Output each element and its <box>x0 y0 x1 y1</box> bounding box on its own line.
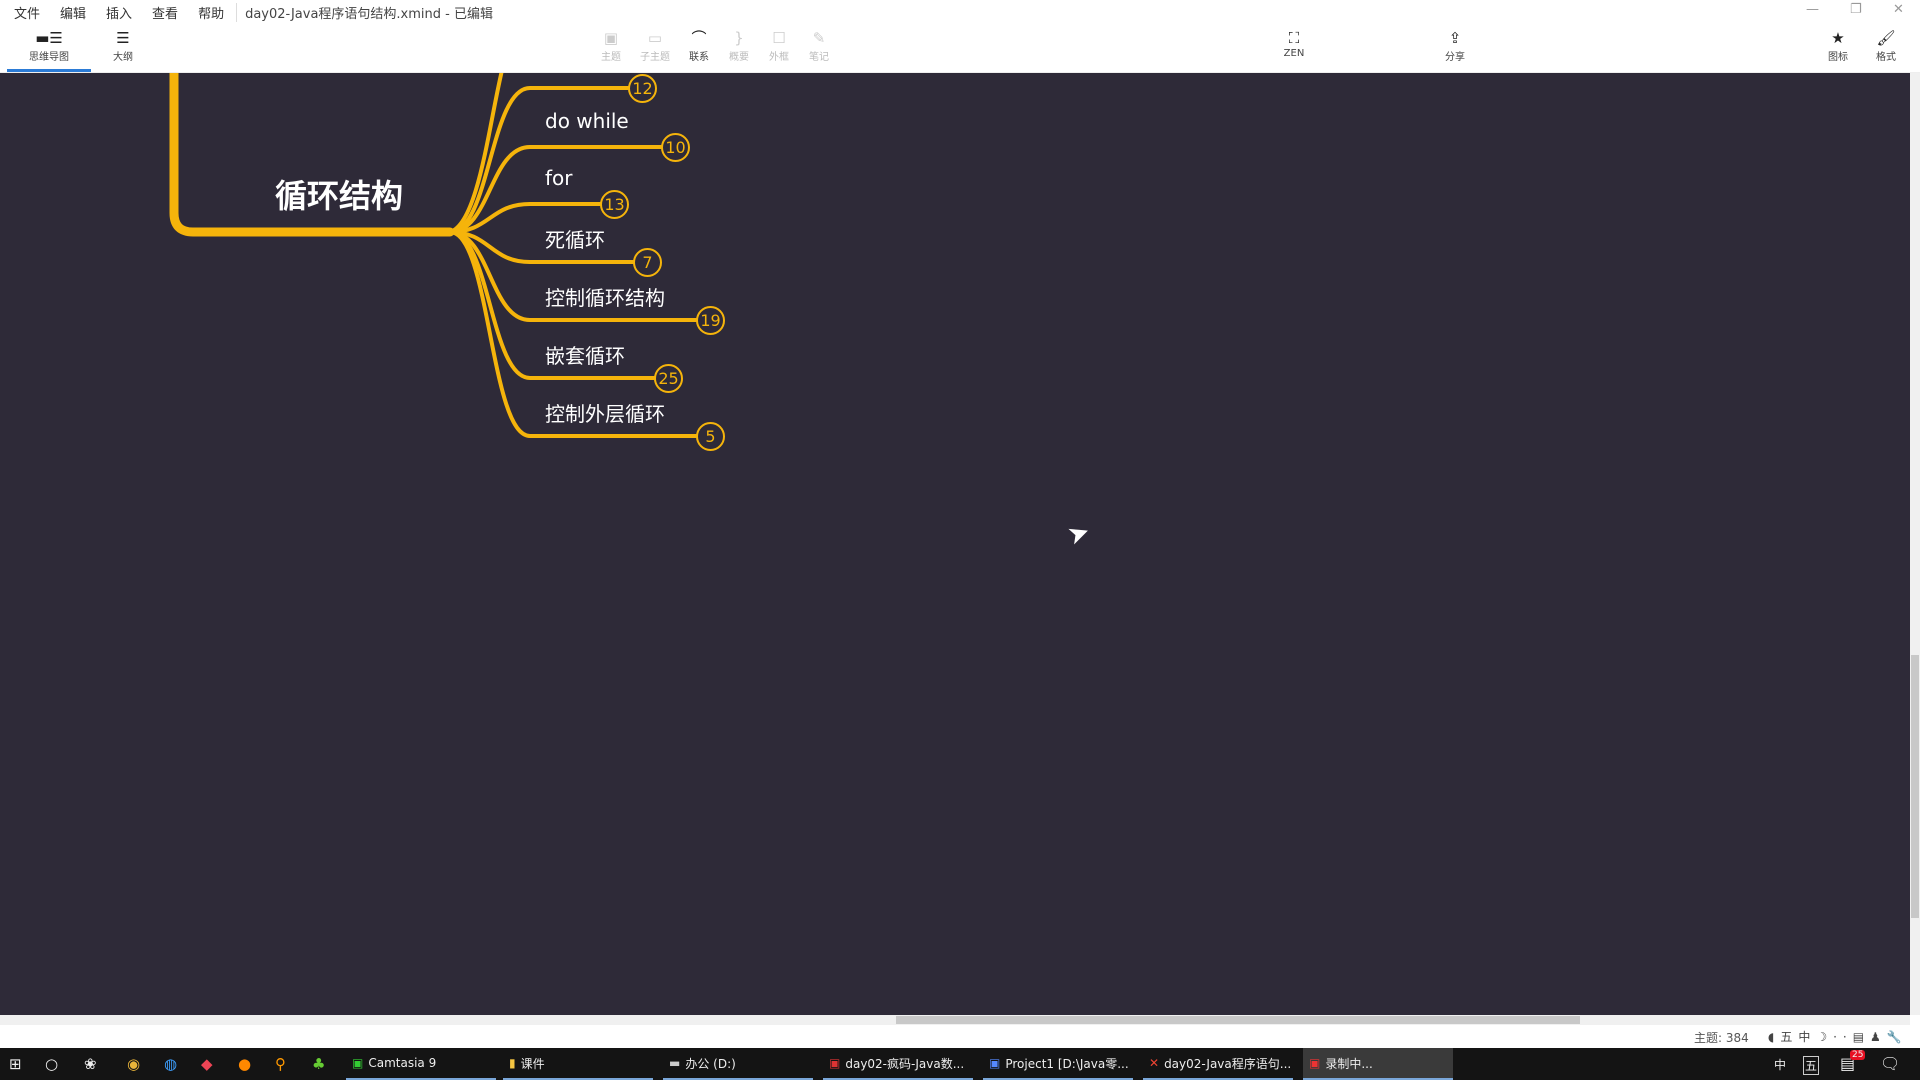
app-icon[interactable]: ◆ <box>201 1055 213 1073</box>
share-icon: ⇪ <box>1448 29 1462 47</box>
collapsed-count-badge[interactable]: 5 <box>696 422 725 451</box>
note-icon: ✎ <box>812 29 826 47</box>
taskbar-app[interactable]: ▣ 录制中... <box>1303 1048 1453 1080</box>
taskbar-app-label: 录制中... <box>1325 1056 1373 1071</box>
mindmap-canvas[interactable]: 循环结构 12 do while 10 for 13 死循环 7 控制循环结构 19 嵌套循环 25… <box>0 73 1910 1015</box>
taskbar-app-label: 办公 (D:) <box>685 1056 736 1071</box>
subtopic-node[interactable]: 控制循环结构 <box>545 282 665 311</box>
recorder-icon: ▣ <box>1309 1056 1321 1070</box>
topic-label: 主题 <box>601 52 621 63</box>
mindmap-icon: ▬☰ <box>35 29 63 47</box>
green-app-icon[interactable]: ♣ <box>312 1055 325 1073</box>
zen-label: ZEN <box>1283 48 1305 59</box>
taskbar-app-label: 课件 <box>520 1056 545 1071</box>
subtopic-node[interactable]: for <box>545 166 573 190</box>
menu-help[interactable]: 帮助 <box>198 3 224 22</box>
search-tool-icon[interactable]: ⚲ <box>275 1055 286 1073</box>
topic-count: 主题: 384 <box>1694 1031 1749 1045</box>
icon-panel-label: 图标 <box>1828 52 1848 63</box>
taskbar: ⊞ ○ ❀ ◉ ◍ ◆ ● ⚲ ♣ ▣ Camtasia 9 ▮ 课件 ▬ 办公 (D:)… <box>0 1048 1920 1080</box>
brush-icon: 🖌 <box>1876 29 1896 47</box>
vertical-scroll-thumb[interactable] <box>1911 655 1919 918</box>
boundary-label: 外框 <box>769 52 789 63</box>
tab-outline-label: 大纲 <box>113 52 133 63</box>
menu-view[interactable]: 查看 <box>152 3 178 22</box>
outline-icon: ☰ <box>116 29 130 47</box>
taskbar-app-label: Project1 [D:\Java零... <box>1005 1056 1129 1071</box>
horizontal-scroll-thumb[interactable] <box>896 1016 1580 1024</box>
windows-start-icon[interactable]: ⊞ <box>9 1055 22 1073</box>
relationship-label: 联系 <box>689 52 709 63</box>
status-bar: 主题: 384 ◖五中☽··▤♟🔧 <box>0 1025 1920 1048</box>
ime-toolbar-icon[interactable]: ◖五中☽··▤♟🔧 <box>1768 1028 1908 1045</box>
action-center-icon[interactable]: 🗨 <box>1880 1054 1900 1073</box>
tab-outline[interactable]: ☰ 大纲 <box>95 28 151 63</box>
intellij-icon: ▣ <box>989 1056 1001 1070</box>
collapsed-count-badge[interactable]: 13 <box>600 190 629 219</box>
tab-mindmap-label: 思维导图 <box>29 52 69 63</box>
collapsed-count-badge[interactable]: 7 <box>633 248 662 277</box>
format-panel-label: 格式 <box>1876 52 1896 63</box>
search-icon[interactable]: ○ <box>45 1055 58 1073</box>
xmind-icon: ✕ <box>1149 1056 1160 1070</box>
taskbar-app-label: Camtasia 9 <box>368 1056 437 1070</box>
taskbar-app[interactable]: ▮ 课件 <box>503 1048 653 1080</box>
subtopic-node[interactable]: 嵌套循环 <box>545 340 625 369</box>
tray-language[interactable]: 中 <box>1774 1056 1786 1073</box>
vertical-scrollbar[interactable] <box>1910 73 1920 1015</box>
zen-icon: ⛶ <box>1288 29 1300 47</box>
restore-button[interactable]: ❐ <box>1850 2 1862 17</box>
taskbar-app[interactable]: ▬ 办公 (D:) <box>663 1048 813 1080</box>
powerpoint-icon: ▣ <box>829 1056 841 1070</box>
note-button[interactable]: ✎ 笔记 <box>791 28 847 63</box>
subtopic-node[interactable]: do while <box>545 109 629 133</box>
subtopic-node[interactable]: 死循环 <box>545 224 605 253</box>
taskbar-app[interactable]: ▣ day02-疯码-Java数... <box>823 1048 973 1080</box>
collapsed-count-badge[interactable]: 25 <box>654 364 683 393</box>
zen-button[interactable]: ⛶ ZEN <box>1266 28 1322 59</box>
branch-line-offscreen <box>448 73 504 234</box>
branch-line <box>448 230 635 264</box>
central-topic[interactable]: 循环结构 <box>275 171 403 217</box>
minimize-button[interactable]: — <box>1806 2 1819 17</box>
folder-icon: ▮ <box>509 1056 516 1070</box>
menu-edit[interactable]: 编辑 <box>60 3 86 22</box>
note-label: 笔记 <box>809 52 829 63</box>
format-panel-button[interactable]: 🖌 格式 <box>1858 28 1914 63</box>
menu-file[interactable]: 文件 <box>14 3 40 22</box>
taskbar-app[interactable]: ▣ Camtasia 9 <box>346 1048 496 1080</box>
drive-icon: ▬ <box>669 1056 681 1070</box>
taskbar-app-label: day02-疯码-Java数... <box>845 1056 965 1071</box>
taskbar-app[interactable]: ▣ Project1 [D:\Java零... <box>983 1048 1133 1080</box>
menu-insert[interactable]: 插入 <box>106 3 132 22</box>
window-title: day02-Java程序语句结构.xmind - 已编辑 <box>236 2 493 22</box>
collapsed-count-badge[interactable]: 10 <box>661 133 690 162</box>
close-button[interactable]: ✕ <box>1893 2 1904 17</box>
camtasia-icon: ▣ <box>352 1056 364 1070</box>
collapsed-count-badge[interactable]: 19 <box>696 306 725 335</box>
qq-browser-icon[interactable]: ◍ <box>164 1055 177 1073</box>
notification-badge: 25 <box>1850 1050 1866 1060</box>
chrome-icon[interactable]: ◉ <box>127 1055 140 1073</box>
taskbar-app-label: day02-Java程序语句... <box>1164 1056 1292 1071</box>
task-view-icon[interactable]: ❀ <box>84 1055 97 1073</box>
taskbar-app[interactable]: ✕ day02-Java程序语句... <box>1143 1048 1293 1080</box>
subtopic-label: 子主题 <box>640 52 670 63</box>
horizontal-scrollbar[interactable] <box>0 1015 1910 1025</box>
menu-bar: 文件 编辑 插入 查看 帮助 day02-Java程序语句结构.xmind - … <box>0 0 1920 24</box>
firefox-icon[interactable]: ● <box>238 1055 251 1073</box>
collapsed-count-badge[interactable]: 12 <box>628 74 657 103</box>
summary-label: 概要 <box>729 52 749 63</box>
share-label: 分享 <box>1445 52 1465 63</box>
toolbar: ▬☰ 思维导图 ☰ 大纲 ▣ 主题 ▭ 子主题 ⌒ 联系 } 概要 ☐ 外框 ✎ 笔记 ⛶ ZEN… <box>0 24 1920 73</box>
share-button[interactable]: ⇪ 分享 <box>1427 28 1483 63</box>
tab-mindmap[interactable]: ▬☰ 思维导图 <box>7 28 91 72</box>
subtopic-node[interactable]: 控制外层循环 <box>545 398 665 427</box>
tray-ime[interactable]: 五 <box>1803 1056 1820 1075</box>
